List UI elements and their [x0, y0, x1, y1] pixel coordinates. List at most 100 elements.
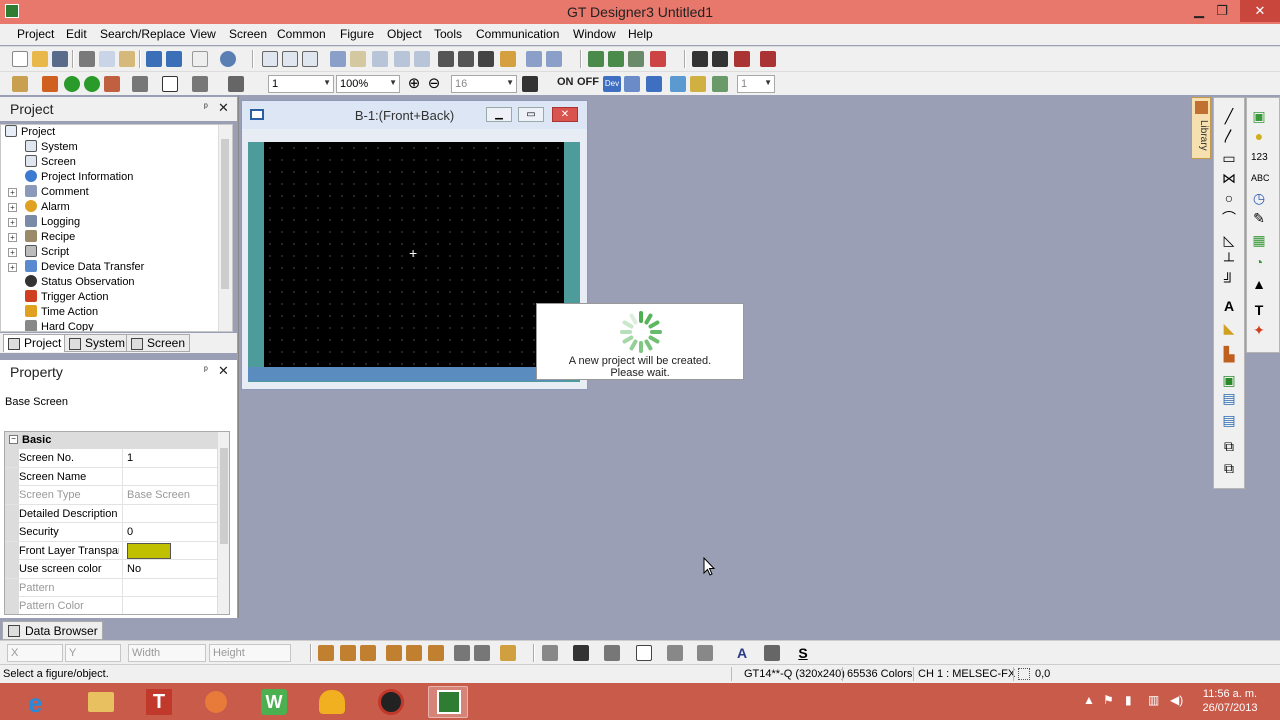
arc-tool-icon[interactable]: ⌒ — [1221, 210, 1237, 226]
tab-project[interactable]: Project — [3, 334, 67, 352]
pin-icon[interactable]: ᵖ — [204, 365, 208, 376]
menu-edit[interactable]: Edit — [66, 27, 87, 41]
collapse-icon[interactable]: − — [9, 435, 18, 444]
menu-object[interactable]: Object — [387, 27, 422, 41]
screen-close-icon[interactable] — [302, 51, 318, 67]
zoom-area-icon[interactable] — [228, 76, 244, 92]
maximize-button[interactable]: ❐ — [1208, 0, 1236, 22]
align-middle-icon[interactable] — [406, 645, 422, 661]
list-icon[interactable] — [372, 51, 388, 67]
file-explorer-taskbar-button[interactable] — [80, 686, 120, 718]
tree-item-alarm[interactable]: Alarm — [25, 200, 70, 215]
select-arrow-icon[interactable] — [192, 51, 208, 67]
read-icon[interactable] — [650, 51, 666, 67]
menu-help[interactable]: Help — [628, 27, 653, 41]
app-t-taskbar-button[interactable]: T — [138, 686, 178, 718]
screen-window-minimize-button[interactable]: ▁ — [486, 107, 512, 122]
property-value[interactable]: 1 — [122, 449, 133, 467]
cut-icon[interactable] — [79, 51, 95, 67]
layer-icon[interactable] — [478, 51, 494, 67]
polyline-tool-icon[interactable]: 〳 — [1221, 128, 1237, 144]
shape-style-icon[interactable] — [636, 645, 652, 661]
tree-item-project[interactable]: Project — [5, 125, 55, 140]
align-top-icon[interactable] — [386, 645, 402, 661]
battery-icon[interactable]: ▮ — [1125, 693, 1132, 707]
tree-item-device-data-transfer[interactable]: Device Data Transfer — [25, 260, 144, 275]
width-field[interactable]: Width — [128, 644, 206, 662]
network-icon[interactable]: ▥ — [1148, 693, 1159, 707]
comment-object-icon[interactable]: ✎ — [1251, 210, 1267, 226]
menu-tools[interactable]: Tools — [434, 27, 462, 41]
piping-tool-icon[interactable]: ╝ — [1221, 272, 1237, 288]
property-row-screen-no[interactable]: Screen No. 1 — [5, 449, 217, 468]
media-taskbar-button[interactable] — [196, 686, 236, 718]
ungroup-icon[interactable] — [458, 51, 474, 67]
scrollbar-thumb[interactable] — [220, 448, 228, 544]
height-field[interactable]: Height — [209, 644, 291, 662]
simulator-icon[interactable] — [588, 51, 604, 67]
rectangle-style-icon[interactable] — [162, 76, 178, 92]
align-right-icon[interactable] — [360, 645, 376, 661]
edit-screen-icon[interactable] — [42, 76, 58, 92]
previous-screen-icon[interactable] — [64, 76, 80, 92]
device-display-toggle[interactable]: Dev — [603, 76, 621, 92]
system-clock[interactable]: 11:56 a. m. 26/07/2013 — [1195, 687, 1265, 715]
fill-pattern-icon[interactable] — [132, 76, 148, 92]
expand-icon[interactable]: + — [8, 263, 17, 272]
tree-item-system[interactable]: System — [25, 140, 78, 155]
abc-icon[interactable] — [526, 51, 542, 67]
tree-item-time-action[interactable]: Time Action — [25, 305, 98, 320]
fill-color-icon[interactable] — [697, 645, 713, 661]
verify-icon[interactable] — [734, 51, 750, 67]
screen-window-maximize-button[interactable]: ▭ — [518, 107, 544, 122]
flag-icon[interactable]: ⚑ — [1103, 693, 1114, 707]
preview-icon[interactable] — [414, 51, 430, 67]
property-scrollbar[interactable] — [217, 432, 229, 614]
expand-icon[interactable]: + — [8, 233, 17, 242]
screen-image-icon[interactable] — [104, 76, 120, 92]
zoom-combo[interactable]: 100% ▼ — [336, 75, 400, 93]
new-file-icon[interactable] — [12, 51, 28, 67]
paste-icon[interactable] — [119, 51, 135, 67]
monitor-icon[interactable] — [608, 51, 624, 67]
data-list-object-icon[interactable]: T — [1251, 302, 1267, 318]
project-panel-close-button[interactable]: ✕ — [218, 100, 229, 116]
state-combo[interactable]: 1 ▼ — [737, 75, 775, 93]
menu-screen[interactable]: Screen — [229, 27, 267, 41]
menu-project[interactable]: Project — [17, 27, 54, 41]
help-icon[interactable] — [220, 51, 236, 67]
library-tab[interactable]: Library — [1191, 97, 1211, 159]
property-row-detailed-description[interactable]: Detailed Description — [5, 504, 217, 523]
front-layer-icon[interactable] — [670, 76, 686, 92]
device-icon[interactable] — [330, 51, 346, 67]
property-row-screen-type[interactable]: Screen Type Base Screen — [5, 486, 217, 505]
abc-search-icon[interactable] — [546, 51, 562, 67]
text-tool-icon[interactable]: A — [1221, 298, 1237, 314]
paint-tool-icon[interactable]: ◣ — [1221, 320, 1237, 336]
save-icon[interactable] — [52, 51, 68, 67]
line-color-icon[interactable] — [604, 645, 620, 661]
text-window-tool-icon[interactable]: ▤ — [1221, 412, 1237, 428]
tree-item-trigger-action[interactable]: Trigger Action — [25, 290, 108, 305]
distribute-horizontal-icon[interactable] — [454, 645, 470, 661]
menu-figure[interactable]: Figure — [340, 27, 374, 41]
text-color-icon[interactable]: A — [734, 645, 750, 661]
numerical-display-icon[interactable]: 123 — [1251, 150, 1268, 166]
word-taskbar-button[interactable]: W — [254, 686, 294, 718]
next-screen-icon[interactable] — [84, 76, 100, 92]
tree-item-project-information[interactable]: Project Information — [25, 170, 133, 185]
tree-item-comment[interactable]: Comment — [25, 185, 89, 200]
property-category[interactable]: − Basic — [5, 432, 217, 449]
close-button[interactable]: ✕ — [1240, 0, 1280, 22]
open-folder-icon[interactable] — [32, 51, 48, 67]
menu-common[interactable]: Common — [277, 27, 326, 41]
property-row-pattern[interactable]: Pattern — [5, 578, 217, 597]
tree-item-hard-copy[interactable]: Hard Copy — [25, 320, 94, 331]
y-field[interactable]: Y — [65, 644, 121, 662]
line-width-icon[interactable] — [573, 645, 589, 661]
property-row-front-layer-transparent[interactable]: Front Layer Transpare — [5, 541, 217, 560]
back-layer-icon[interactable] — [690, 76, 706, 92]
undo-icon[interactable] — [146, 51, 162, 67]
dxf-tool-icon[interactable]: ▤ — [1221, 390, 1237, 406]
meter-object-icon[interactable]: ◔ — [1251, 254, 1267, 270]
